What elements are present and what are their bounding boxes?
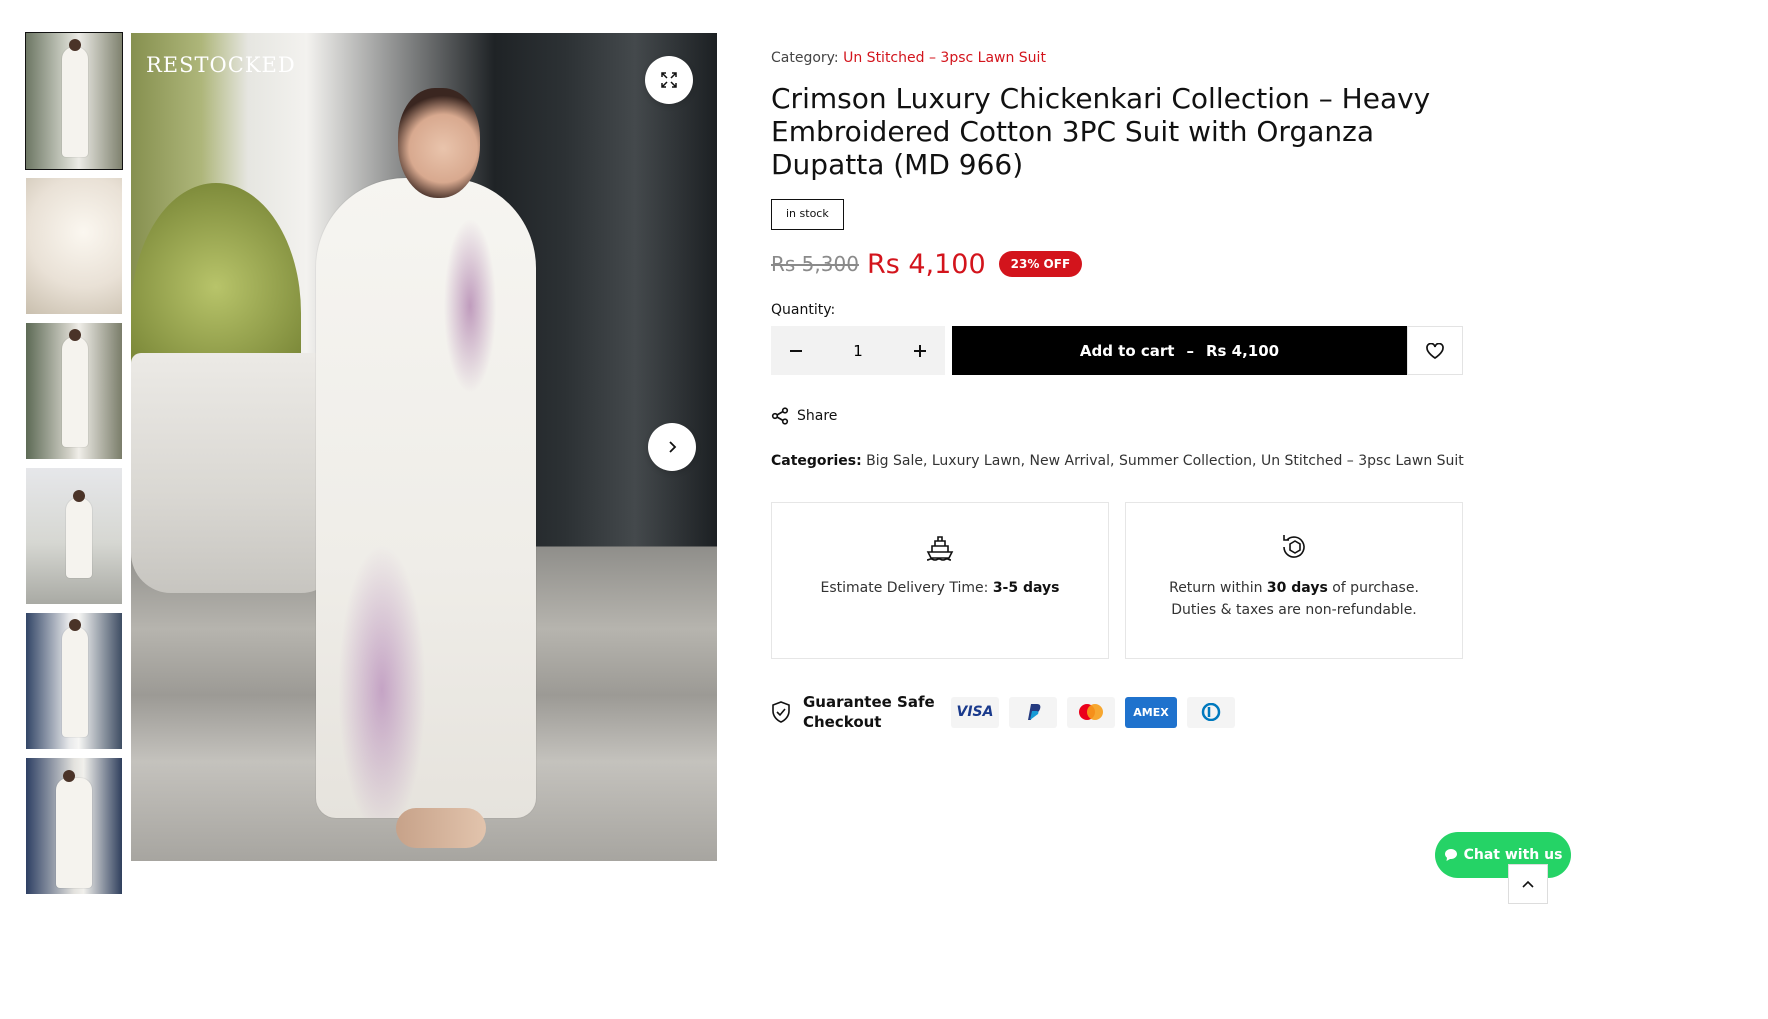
safe-checkout-label: Guarantee Safe Checkout bbox=[803, 693, 935, 731]
delivery-text: Estimate Delivery Time: 3-5 days bbox=[820, 580, 1060, 596]
expand-icon bbox=[661, 72, 677, 88]
diners-icon bbox=[1187, 696, 1235, 728]
plus-icon bbox=[914, 344, 926, 357]
category-tag[interactable]: Big Sale bbox=[866, 453, 923, 469]
minus-icon bbox=[790, 349, 802, 352]
discount-badge: 23% OFF bbox=[998, 251, 1083, 277]
quantity-stepper bbox=[771, 326, 945, 375]
zoom-button[interactable] bbox=[645, 56, 693, 104]
category-link[interactable]: Un Stitched – 3psc Lawn Suit bbox=[843, 50, 1046, 66]
sale-price: Rs 4,100 bbox=[866, 248, 986, 280]
chat-label: Chat with us bbox=[1463, 847, 1563, 863]
delivery-feature: Estimate Delivery Time: 3-5 days bbox=[771, 502, 1109, 659]
payment-methods: VISA AMEX bbox=[951, 696, 1235, 728]
safe-checkout: Guarantee Safe Checkout VISA AMEX bbox=[771, 692, 1471, 732]
scroll-top-button[interactable] bbox=[1508, 864, 1548, 904]
product-title: Crimson Luxury Chickenkari Collection – … bbox=[771, 82, 1431, 181]
category-tag[interactable]: Summer Collection bbox=[1119, 453, 1252, 469]
return-text: Return within 30 days of purchase. Dutie… bbox=[1169, 580, 1419, 618]
share-button[interactable]: Share bbox=[771, 407, 851, 425]
wishlist-button[interactable] bbox=[1407, 326, 1463, 375]
chat-button[interactable]: Chat with us bbox=[1435, 832, 1571, 878]
stock-badge: in stock bbox=[771, 199, 844, 230]
thumbnail-3[interactable] bbox=[26, 323, 122, 459]
old-price: Rs 5,300 bbox=[771, 252, 859, 276]
category-line: Category: Un Stitched – 3psc Lawn Suit bbox=[771, 50, 1471, 72]
thumbnail-list bbox=[25, 32, 123, 903]
cart-row: Add to cart – Rs 4,100 bbox=[771, 326, 1471, 375]
ship-icon bbox=[926, 536, 954, 561]
add-to-cart-label: Add to cart bbox=[1079, 341, 1175, 360]
price-row: Rs 5,300 Rs 4,100 23% OFF bbox=[771, 244, 1471, 284]
mastercard-icon bbox=[1067, 696, 1115, 728]
watermark-text: RESTOCKED bbox=[146, 53, 296, 77]
chevron-up-icon bbox=[1522, 880, 1534, 888]
delivery-days: 3-5 days bbox=[992, 580, 1060, 596]
shield-check-icon bbox=[772, 701, 790, 723]
thumbnail-5[interactable] bbox=[26, 613, 122, 749]
next-image-button[interactable] bbox=[648, 423, 696, 471]
feature-boxes: Estimate Delivery Time: 3-5 days Return … bbox=[771, 502, 1471, 659]
increase-quantity-button[interactable] bbox=[907, 338, 933, 364]
product-main-image[interactable]: RESTOCKED bbox=[131, 33, 717, 861]
add-to-cart-separator: – bbox=[1186, 341, 1194, 360]
chevron-right-icon bbox=[669, 441, 677, 453]
return-icon bbox=[1283, 535, 1305, 558]
categories-line: Categories: Big Sale, Luxury Lawn, New A… bbox=[771, 453, 1464, 469]
heart-icon bbox=[1426, 342, 1444, 359]
category-tag[interactable]: New Arrival bbox=[1030, 453, 1110, 469]
return-feature: Return within 30 days of purchase. Dutie… bbox=[1125, 502, 1463, 659]
decrease-quantity-button[interactable] bbox=[783, 338, 809, 364]
share-icon bbox=[771, 407, 789, 425]
return-days: 30 days bbox=[1266, 580, 1328, 596]
paypal-icon bbox=[1009, 696, 1057, 728]
add-to-cart-button[interactable]: Add to cart – Rs 4,100 bbox=[952, 326, 1407, 375]
category-tag[interactable]: Luxury Lawn bbox=[932, 453, 1021, 469]
category-label: Category: bbox=[771, 50, 839, 66]
amex-icon: AMEX bbox=[1125, 696, 1177, 728]
visa-icon: VISA bbox=[951, 696, 999, 728]
share-label: Share bbox=[797, 408, 838, 424]
chat-bubble-icon bbox=[1444, 849, 1457, 861]
add-to-cart-price: Rs 4,100 bbox=[1205, 341, 1280, 360]
thumbnail-6[interactable] bbox=[26, 758, 122, 894]
thumbnail-1[interactable] bbox=[25, 32, 123, 170]
quantity-input[interactable] bbox=[828, 341, 888, 360]
quantity-label: Quantity: bbox=[771, 302, 836, 318]
category-tag[interactable]: Un Stitched – 3psc Lawn Suit bbox=[1261, 453, 1464, 469]
thumbnail-4[interactable] bbox=[26, 468, 122, 604]
product-info: Category: Un Stitched – 3psc Lawn Suit C… bbox=[771, 50, 1471, 732]
categories-label: Categories: bbox=[771, 453, 862, 469]
thumbnail-2[interactable] bbox=[26, 178, 122, 314]
photo-model bbox=[306, 88, 546, 858]
